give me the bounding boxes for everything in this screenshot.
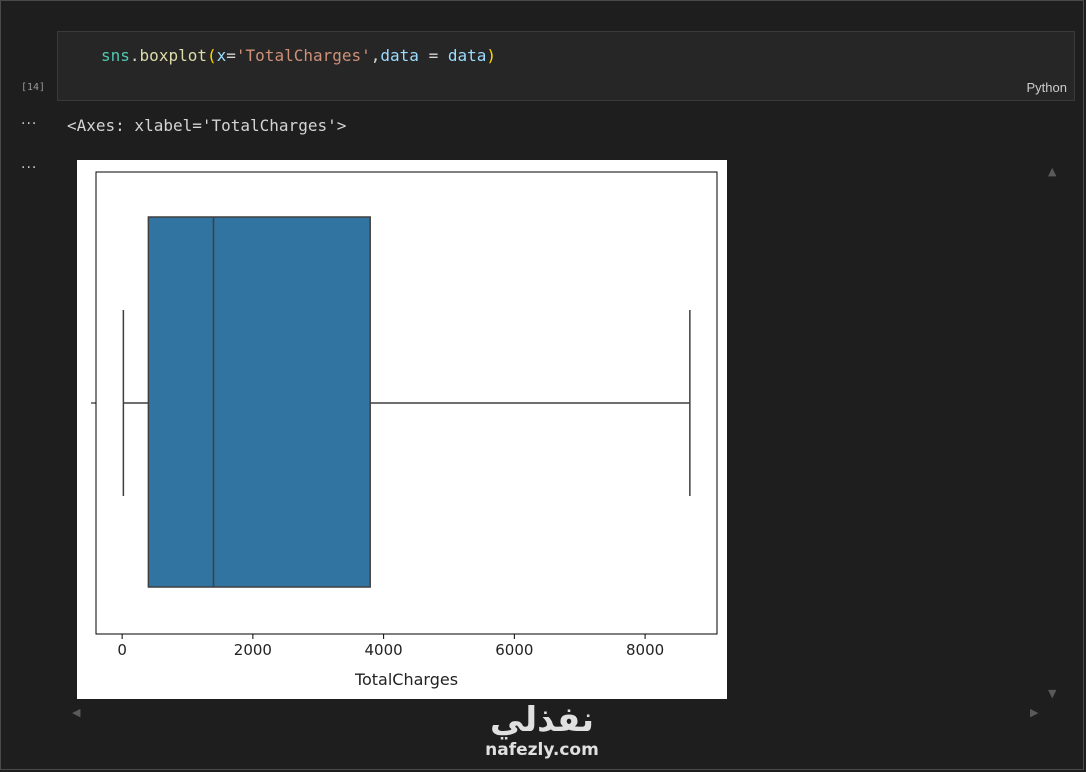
- watermark-logo: نفذلي nafezly.com: [472, 700, 612, 760]
- scroll-left-icon[interactable]: ◀: [72, 706, 80, 719]
- code-cell-input[interactable]: sns.boxplot(x='TotalCharges',data = data…: [57, 31, 1075, 101]
- output-ellipsis-icon[interactable]: ···: [21, 116, 37, 132]
- code-eq2: =: [418, 46, 448, 65]
- code-param-x: x: [216, 46, 227, 65]
- language-label[interactable]: Python: [1027, 80, 1067, 95]
- code-param-data: data: [380, 46, 419, 65]
- code-function: boxplot: [139, 46, 207, 65]
- code-string-arg: 'TotalCharges': [235, 46, 371, 65]
- output-text: <Axes: xlabel='TotalCharges'>: [67, 116, 347, 135]
- code-comma: ,: [370, 46, 381, 65]
- code-value-data: data: [447, 46, 487, 65]
- code-close-paren: ): [486, 46, 497, 65]
- code-eq: =: [226, 46, 236, 65]
- box-iqr: [147, 216, 371, 588]
- x-axis-label: TotalCharges: [354, 670, 458, 689]
- code-dot: .: [129, 46, 140, 65]
- watermark-latin: nafezly.com: [485, 740, 599, 760]
- output-ellipsis-icon-2[interactable]: ···: [21, 160, 37, 176]
- x-tick-label: 6000: [495, 641, 533, 659]
- x-tick-label: 2000: [234, 641, 272, 659]
- scroll-right-icon[interactable]: ▶: [1030, 706, 1038, 719]
- execution-count: [14]: [21, 82, 46, 93]
- code-line[interactable]: sns.boxplot(x='TotalCharges',data = data…: [101, 46, 496, 65]
- scroll-up-icon[interactable]: ▲: [1048, 165, 1056, 178]
- boxplot-svg: 0 2000 4000 6000 8000 TotalCharges: [91, 171, 718, 689]
- boxplot-figure: 0 2000 4000 6000 8000 TotalCharges: [77, 160, 727, 699]
- x-tick-label: 4000: [365, 641, 403, 659]
- x-tick-label: 8000: [626, 641, 664, 659]
- scroll-down-icon[interactable]: ▼: [1048, 687, 1056, 700]
- code-open-paren: (: [206, 46, 217, 65]
- x-tick-label: 0: [117, 641, 127, 659]
- code-module: sns: [101, 46, 130, 65]
- watermark-arabic: نفذلي: [489, 700, 595, 740]
